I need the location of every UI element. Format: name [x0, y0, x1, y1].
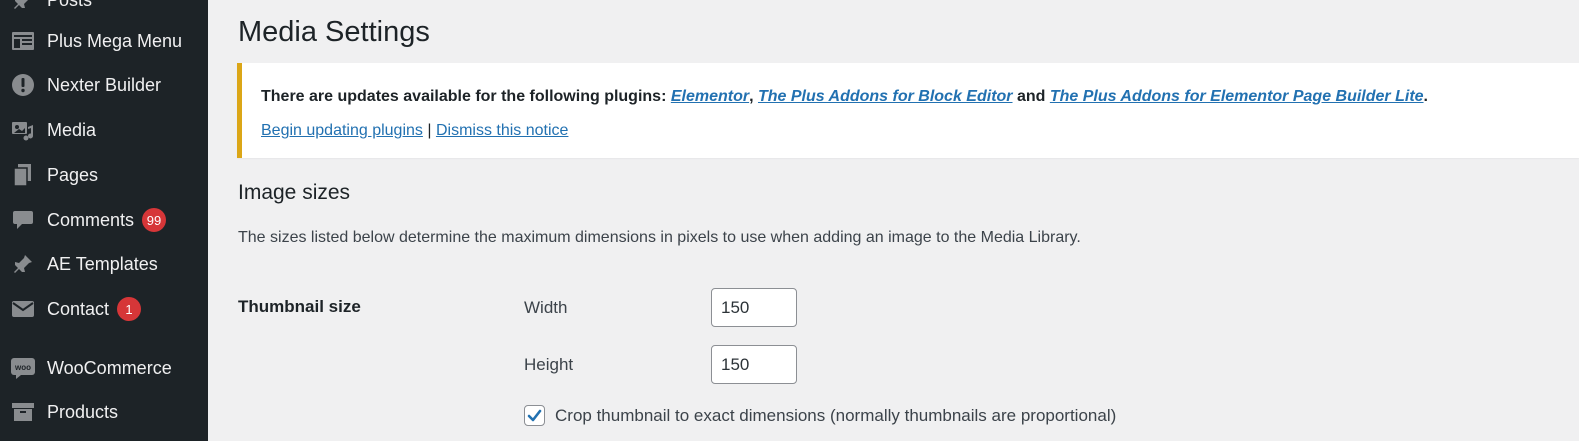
contact-count-badge: 1: [117, 297, 142, 321]
sidebar-item-media[interactable]: Media: [0, 110, 208, 150]
sidebar-item-label: Media: [47, 119, 97, 140]
thumbnail-height-input[interactable]: [711, 345, 797, 384]
thumbnail-height-label: Height: [524, 355, 574, 374]
sidebar-item-label: WooCommerce: [47, 357, 172, 378]
sidebar-item-ae-templates[interactable]: AE Templates: [0, 244, 208, 284]
archive-icon: [10, 399, 36, 425]
plugin-link-elementor[interactable]: Elementor: [671, 88, 749, 105]
media-icon: [10, 117, 36, 143]
info-circle-icon: [10, 72, 36, 98]
sidebar-item-label: Comments: [47, 209, 135, 230]
sidebar-item-posts[interactable]: Posts: [0, 0, 208, 20]
sidebar-item-label: AE Templates: [47, 253, 158, 274]
thumbnail-size-label: Thumbnail size: [238, 297, 361, 316]
sidebar-item-comments[interactable]: Comments 99: [0, 200, 208, 240]
main-content: Media Settings There are updates availab…: [208, 0, 1579, 441]
page-title: Media Settings: [238, 16, 430, 48]
mega-menu-icon: [10, 28, 36, 54]
update-notice: There are updates available for the foll…: [237, 63, 1579, 158]
sidebar-item-plus-mega-menu[interactable]: Plus Mega Menu: [0, 21, 208, 61]
pin-icon: [10, 0, 36, 13]
crop-thumbnail-label: Crop thumbnail to exact dimensions (norm…: [555, 405, 1117, 425]
wp-admin-layout: Posts Plus Mega Menu Nexter Builder Medi…: [0, 0, 1579, 441]
sidebar-item-label: Plus Mega Menu: [47, 30, 183, 51]
sidebar-item-label: Posts: [47, 0, 92, 11]
mail-icon: [10, 296, 36, 322]
plugin-link-plus-addons-elementor-lite[interactable]: The Plus Addons for Elementor Page Build…: [1050, 88, 1424, 105]
image-sizes-heading: Image sizes: [238, 181, 351, 204]
sidebar-item-pages[interactable]: Pages: [0, 155, 208, 195]
woo-icon: woo: [10, 355, 36, 381]
update-notice-message: There are updates available for the foll…: [261, 88, 1428, 106]
crop-thumbnail-option[interactable]: Crop thumbnail to exact dimensions (norm…: [524, 405, 1116, 426]
notice-actions: Begin updating plugins | Dismiss this no…: [261, 122, 568, 140]
woo-icon-text: woo: [14, 363, 31, 372]
crop-thumbnail-checkbox[interactable]: [524, 405, 545, 426]
pages-icon: [10, 162, 36, 188]
sidebar-item-label: Contact: [47, 298, 110, 319]
thumbnail-width-label: Width: [524, 298, 568, 317]
sidebar-item-label: Nexter Builder: [47, 74, 162, 95]
plugin-link-plus-addons-block-editor[interactable]: The Plus Addons for Block Editor: [758, 88, 1013, 105]
sidebar-item-label: Products: [47, 401, 119, 422]
notice-separator: and: [1012, 88, 1050, 105]
notice-text: There are updates available for the foll…: [261, 88, 671, 105]
dismiss-notice-link[interactable]: Dismiss this notice: [436, 122, 568, 139]
sidebar-item-woocommerce[interactable]: woo WooCommerce: [0, 348, 208, 388]
sidebar-item-contact[interactable]: Contact 1: [0, 289, 208, 329]
pin-icon: [10, 251, 36, 277]
sidebar-item-products[interactable]: Products: [0, 392, 208, 432]
admin-sidebar: Posts Plus Mega Menu Nexter Builder Medi…: [0, 0, 208, 441]
comments-count-badge: 99: [142, 208, 167, 232]
thumbnail-width-input[interactable]: [711, 288, 797, 327]
sidebar-item-nexter-builder[interactable]: Nexter Builder: [0, 65, 208, 105]
comment-icon: [10, 207, 36, 233]
sidebar-item-label: Pages: [47, 164, 99, 185]
notice-action-separator: |: [422, 122, 436, 139]
notice-suffix: .: [1423, 88, 1428, 105]
notice-separator: ,: [749, 88, 758, 105]
checkmark-icon: [527, 409, 542, 422]
image-sizes-description: The sizes listed below determine the max…: [238, 229, 1081, 246]
begin-updating-plugins-link[interactable]: Begin updating plugins: [261, 122, 423, 139]
